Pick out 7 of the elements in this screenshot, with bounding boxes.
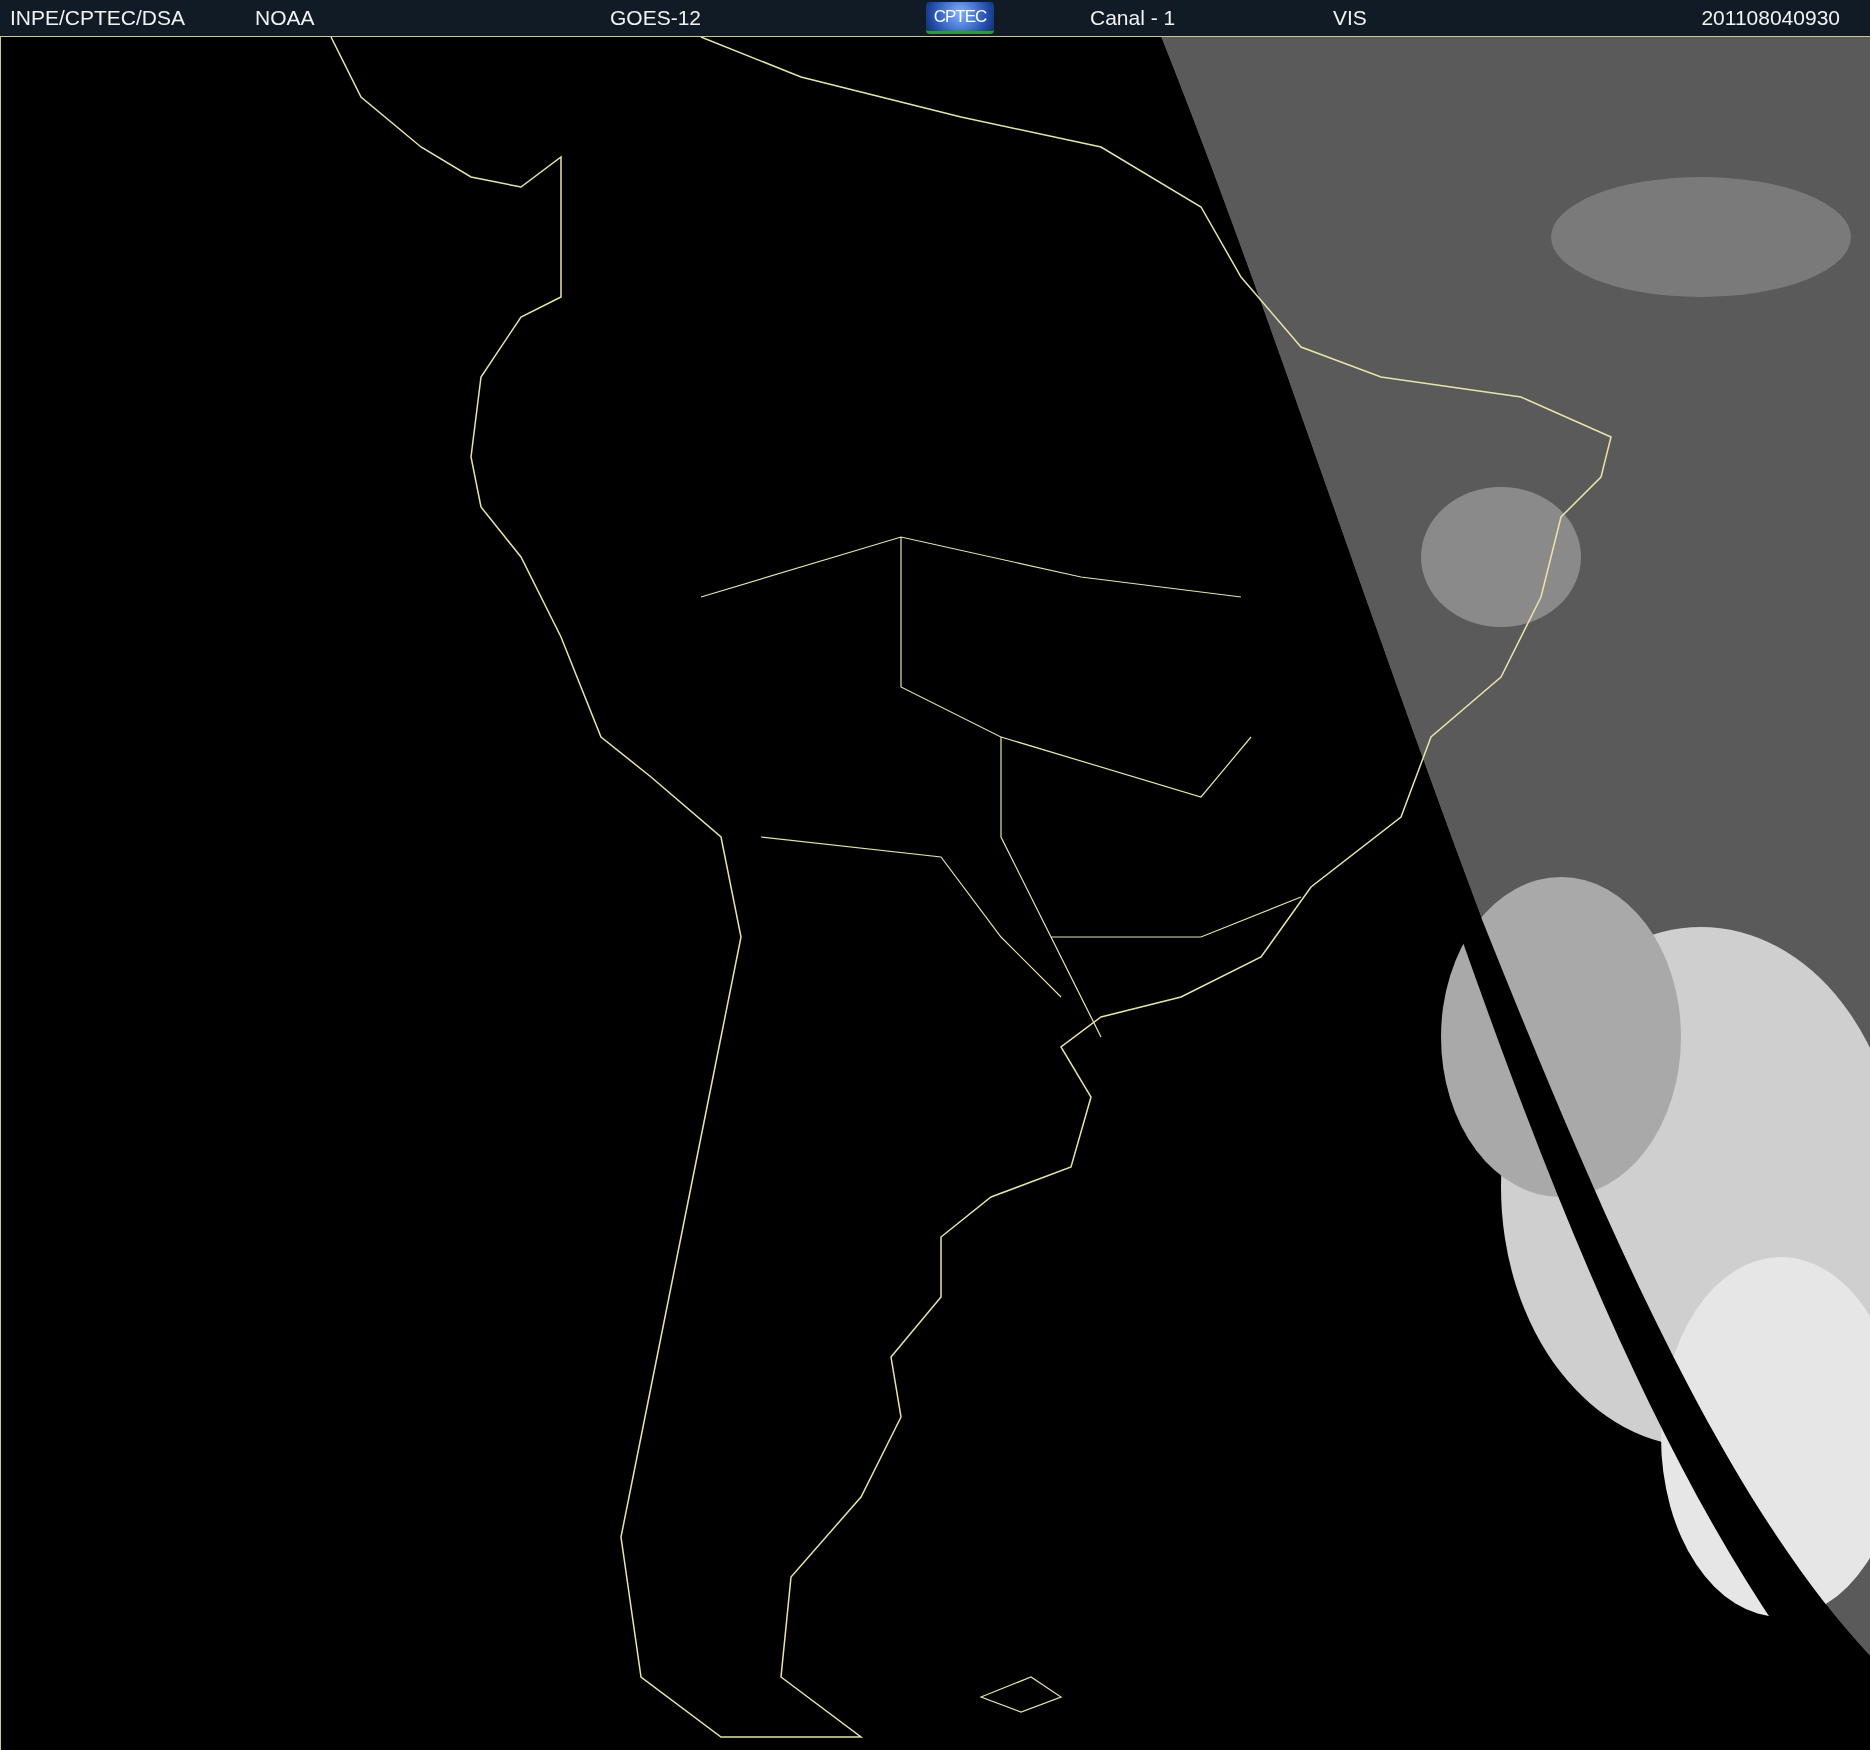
header-label: NOAA <box>255 6 316 30</box>
header-label: 201108040930 <box>1701 6 1840 30</box>
logo: CPTEC <box>926 2 994 34</box>
header-label: VIS <box>1333 6 1368 30</box>
header-label: Canal - 1 <box>1090 6 1177 30</box>
header-label: INPE/CPTEC/DSA <box>10 6 187 30</box>
header-label: GOES-12 <box>610 6 703 30</box>
